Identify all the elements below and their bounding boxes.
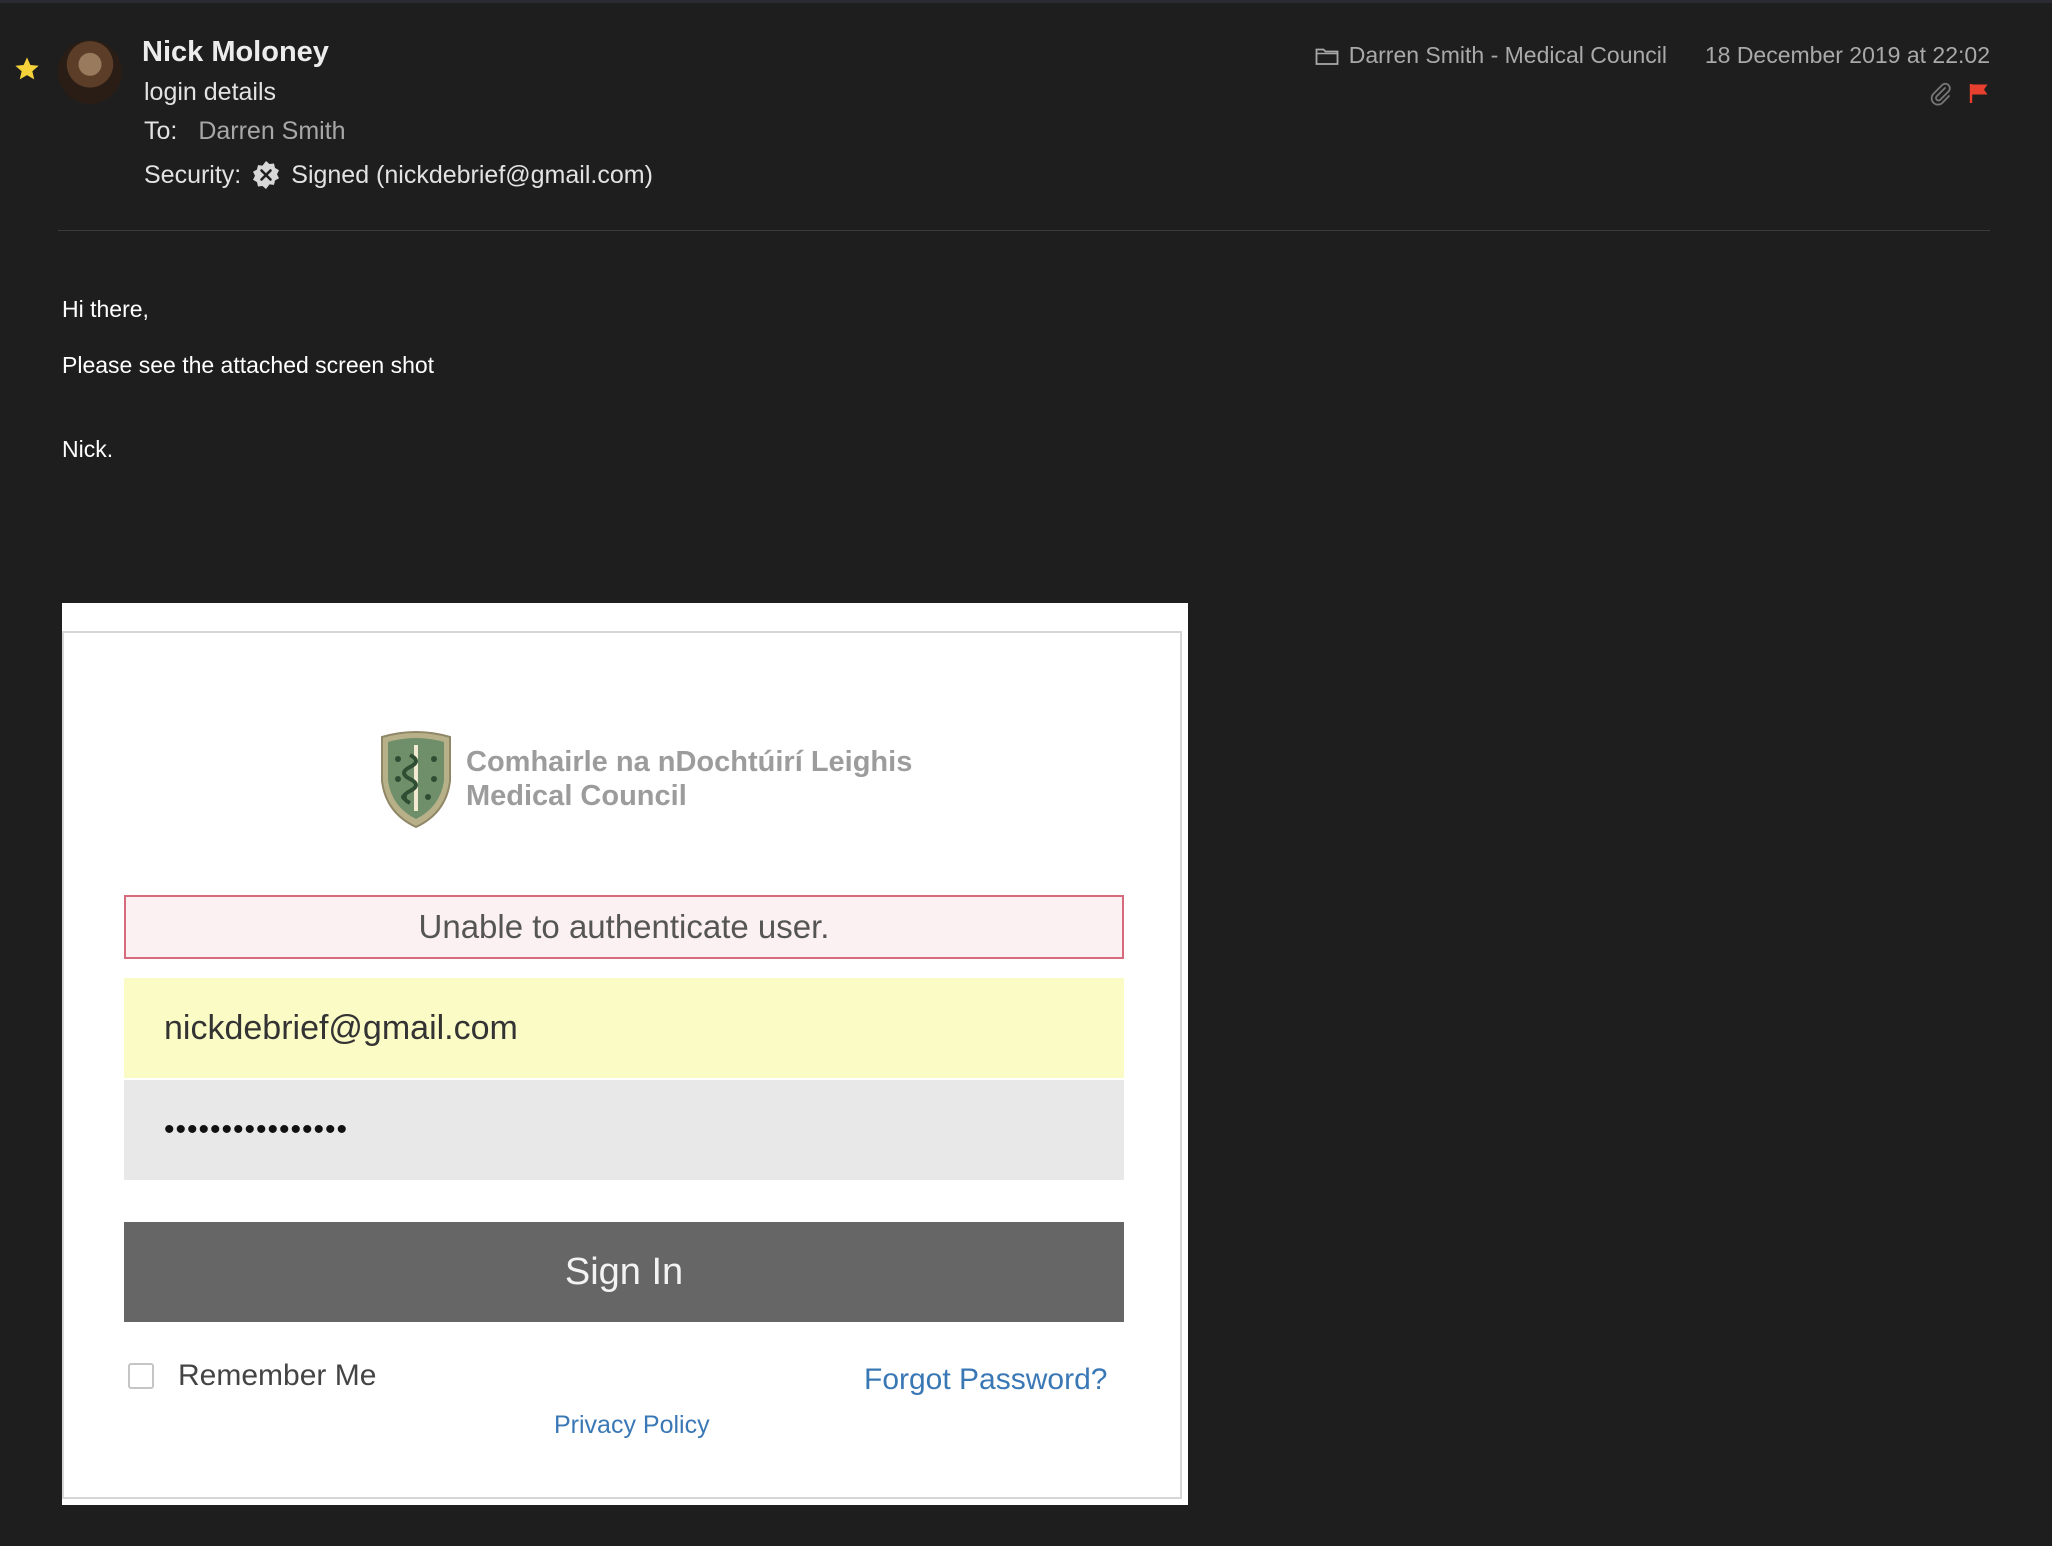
sign-in-button: Sign In bbox=[124, 1222, 1124, 1322]
window-top-border bbox=[0, 0, 2052, 3]
body-line: Please see the attached screen shot bbox=[62, 352, 435, 378]
logo-text: Comhairle na nDochtúirí Leighis Medical … bbox=[466, 745, 912, 813]
folder-icon bbox=[1315, 48, 1339, 65]
star-icon[interactable] bbox=[13, 55, 41, 83]
security-line: Security: Signed (nickdebrief@gmail.com) bbox=[144, 160, 653, 190]
auth-error-message: Unable to authenticate user. bbox=[124, 895, 1124, 959]
security-value: Signed (nickdebrief@gmail.com) bbox=[291, 160, 653, 189]
mailbox-folder[interactable]: Darren Smith - Medical Council bbox=[1315, 42, 1667, 69]
security-label: Security: bbox=[144, 160, 242, 189]
attached-screenshot[interactable]: Comhairle na nDochtúirí Leighis Medical … bbox=[62, 603, 1188, 1505]
header-divider bbox=[58, 230, 1990, 231]
message-date: 18 December 2019 at 22:02 bbox=[1704, 42, 1990, 68]
remember-me-checkbox bbox=[128, 1363, 154, 1389]
signature-badge-icon[interactable] bbox=[251, 160, 281, 190]
remember-me: Remember Me bbox=[128, 1359, 376, 1393]
body-greeting: Hi there, bbox=[62, 296, 149, 322]
to-label: To: bbox=[144, 117, 178, 145]
sender-name[interactable]: Nick Moloney bbox=[142, 36, 329, 69]
medical-council-shield-icon bbox=[381, 731, 451, 829]
email-field: nickdebrief@gmail.com bbox=[124, 978, 1124, 1078]
privacy-policy-link: Privacy Policy bbox=[554, 1411, 710, 1439]
remember-me-label: Remember Me bbox=[178, 1359, 377, 1392]
recipient-line: To: Darren Smith bbox=[144, 117, 346, 146]
password-field: •••••••••••••••• bbox=[124, 1080, 1124, 1180]
logo-line-english: Medical Council bbox=[466, 780, 687, 812]
message-subject: login details bbox=[144, 78, 277, 106]
recipient-name[interactable]: Darren Smith bbox=[198, 117, 345, 145]
forgot-password-link: Forgot Password? bbox=[864, 1363, 1108, 1396]
login-panel: Comhairle na nDochtúirí Leighis Medical … bbox=[62, 631, 1182, 1499]
medical-council-logo: Comhairle na nDochtúirí Leighis Medical … bbox=[376, 729, 912, 829]
logo-line-irish: Comhairle na nDochtúirí Leighis bbox=[466, 746, 913, 778]
sender-avatar bbox=[58, 40, 122, 104]
paperclip-icon[interactable] bbox=[1928, 80, 1952, 106]
body-signoff: Nick. bbox=[62, 436, 114, 462]
flag-icon[interactable] bbox=[1968, 82, 1990, 104]
folder-name: Darren Smith - Medical Council bbox=[1348, 42, 1667, 68]
